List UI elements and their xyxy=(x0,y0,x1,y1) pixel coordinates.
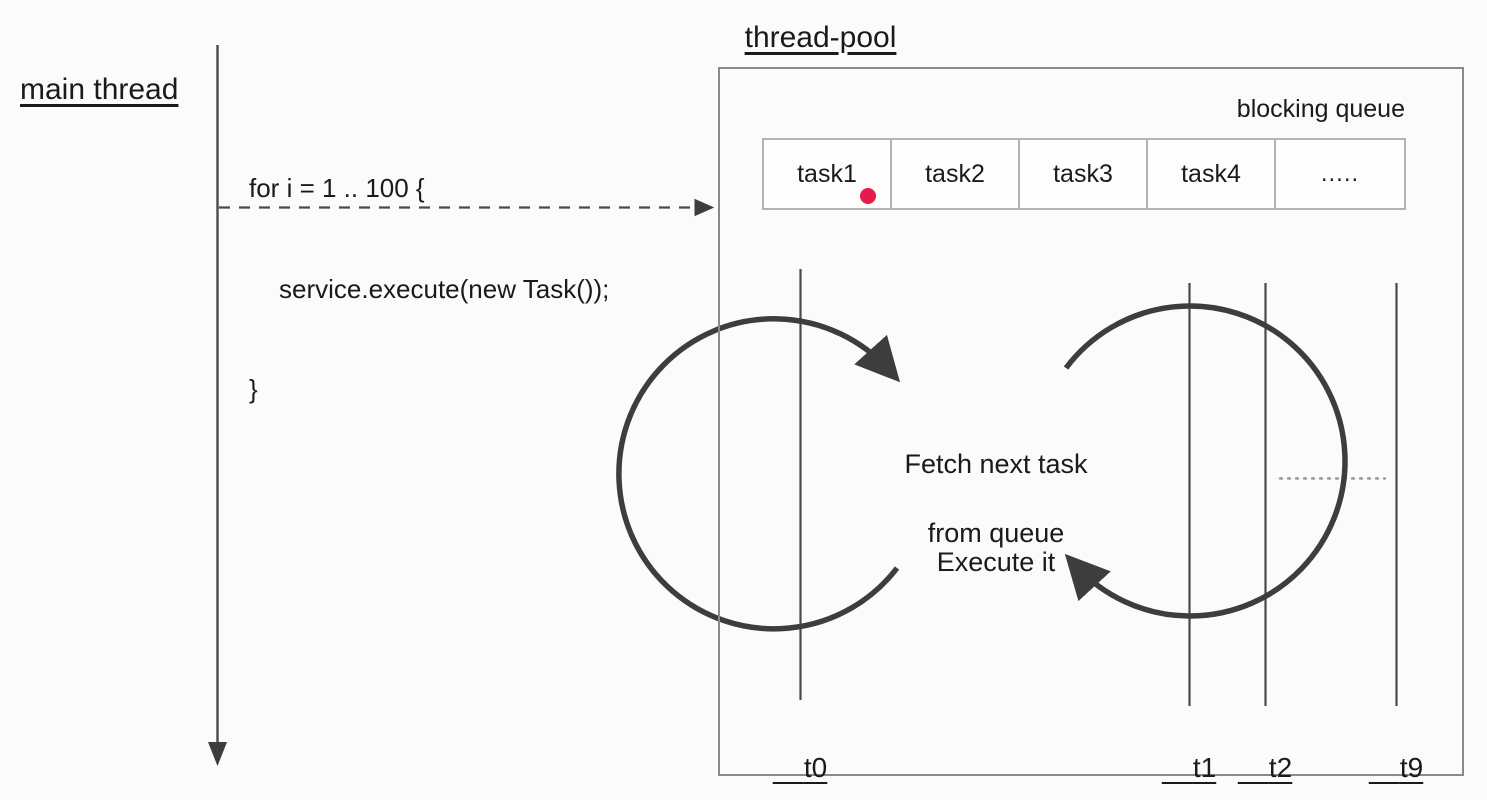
worker-thread-label-t1: t1 xyxy=(1162,714,1216,800)
main-thread-code-block: for i = 1 .. 100 { service.execute(new T… xyxy=(249,105,609,474)
loop-description-execute: Execute it xyxy=(840,510,1122,614)
current-task-marker-icon xyxy=(860,188,876,204)
blocking-queue-label: blocking queue xyxy=(1236,95,1405,123)
worker-label-text: t9 xyxy=(1399,751,1424,783)
queue-cell-task1[interactable]: task1 xyxy=(764,140,892,208)
main-thread-label: main thread xyxy=(20,73,179,106)
queue-cell-task4[interactable]: task4 xyxy=(1148,140,1276,208)
queue-cell-task2[interactable]: task2 xyxy=(892,140,1020,208)
diagram-canvas: main thread for i = 1 .. 100 { service.e… xyxy=(0,0,1487,800)
worker-thread-label-t0: t0 xyxy=(773,714,827,800)
worker-label-text: t0 xyxy=(803,751,828,783)
code-line-2: service.execute(new Task()); xyxy=(279,273,610,304)
worker-label-text: t2 xyxy=(1268,751,1293,783)
loop-line-3: Execute it xyxy=(936,546,1056,577)
worker-label-text: t1 xyxy=(1192,751,1217,783)
code-line-1: for i = 1 .. 100 { xyxy=(249,173,425,204)
queue-cell-more[interactable]: ..... xyxy=(1276,140,1404,208)
queue-cell-label: task4 xyxy=(1181,159,1241,188)
thread-pool-title: thread-pool xyxy=(744,21,897,54)
worker-thread-label-t2: t2 xyxy=(1238,714,1292,800)
queue-cell-label: task1 xyxy=(797,159,857,188)
queue-cell-task3[interactable]: task3 xyxy=(1020,140,1148,208)
worker-thread-label-t9: t9 xyxy=(1369,714,1423,800)
code-line-3: } xyxy=(249,374,258,405)
queue-cell-label: ..... xyxy=(1320,160,1360,187)
blocking-queue: task1 task2 task3 task4 ..... xyxy=(762,138,1406,210)
main-thread-arrowhead xyxy=(208,742,227,766)
loop-line-1: Fetch next task xyxy=(904,448,1088,479)
queue-cell-label: task3 xyxy=(1053,159,1113,188)
queue-cell-label: task2 xyxy=(925,159,985,188)
